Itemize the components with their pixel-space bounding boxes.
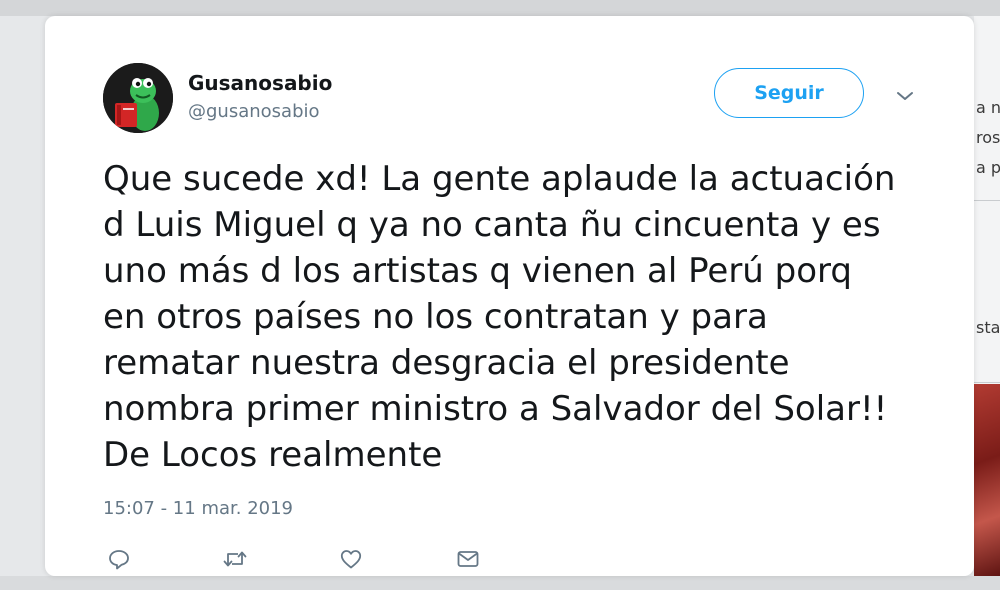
display-name[interactable]: Gusanosabio [188, 71, 332, 95]
tweet-card: Gusanosabio @gusanosabio Seguir Que suce… [45, 16, 974, 576]
worm-avatar-icon [103, 63, 173, 133]
sidebar-text-fragment: a p [976, 158, 1000, 177]
like-icon[interactable] [338, 546, 364, 572]
user-handle[interactable]: @gusanosabio [188, 101, 320, 122]
tweet-timestamp[interactable]: 15:07 - 11 mar. 2019 [103, 498, 293, 519]
reply-icon[interactable] [106, 546, 132, 572]
tweet-text: Que sucede xd! La gente aplaude la actua… [103, 159, 896, 475]
follow-button[interactable]: Seguir [714, 68, 864, 118]
sidebar-photo [974, 384, 1000, 576]
sidebar-divider [974, 200, 1000, 201]
background-top-strip [0, 0, 1000, 16]
avatar[interactable] [103, 63, 173, 133]
message-icon[interactable] [455, 546, 481, 572]
sidebar-text-fragment: a n [976, 98, 1000, 117]
sidebar-text-fragment: sta [976, 318, 1000, 337]
background-bottom-strip [0, 576, 1000, 590]
sidebar-divider [974, 382, 1000, 383]
chevron-down-icon[interactable] [895, 86, 915, 106]
sidebar-text-fragment: ros [976, 128, 1000, 147]
retweet-icon[interactable] [222, 546, 248, 572]
